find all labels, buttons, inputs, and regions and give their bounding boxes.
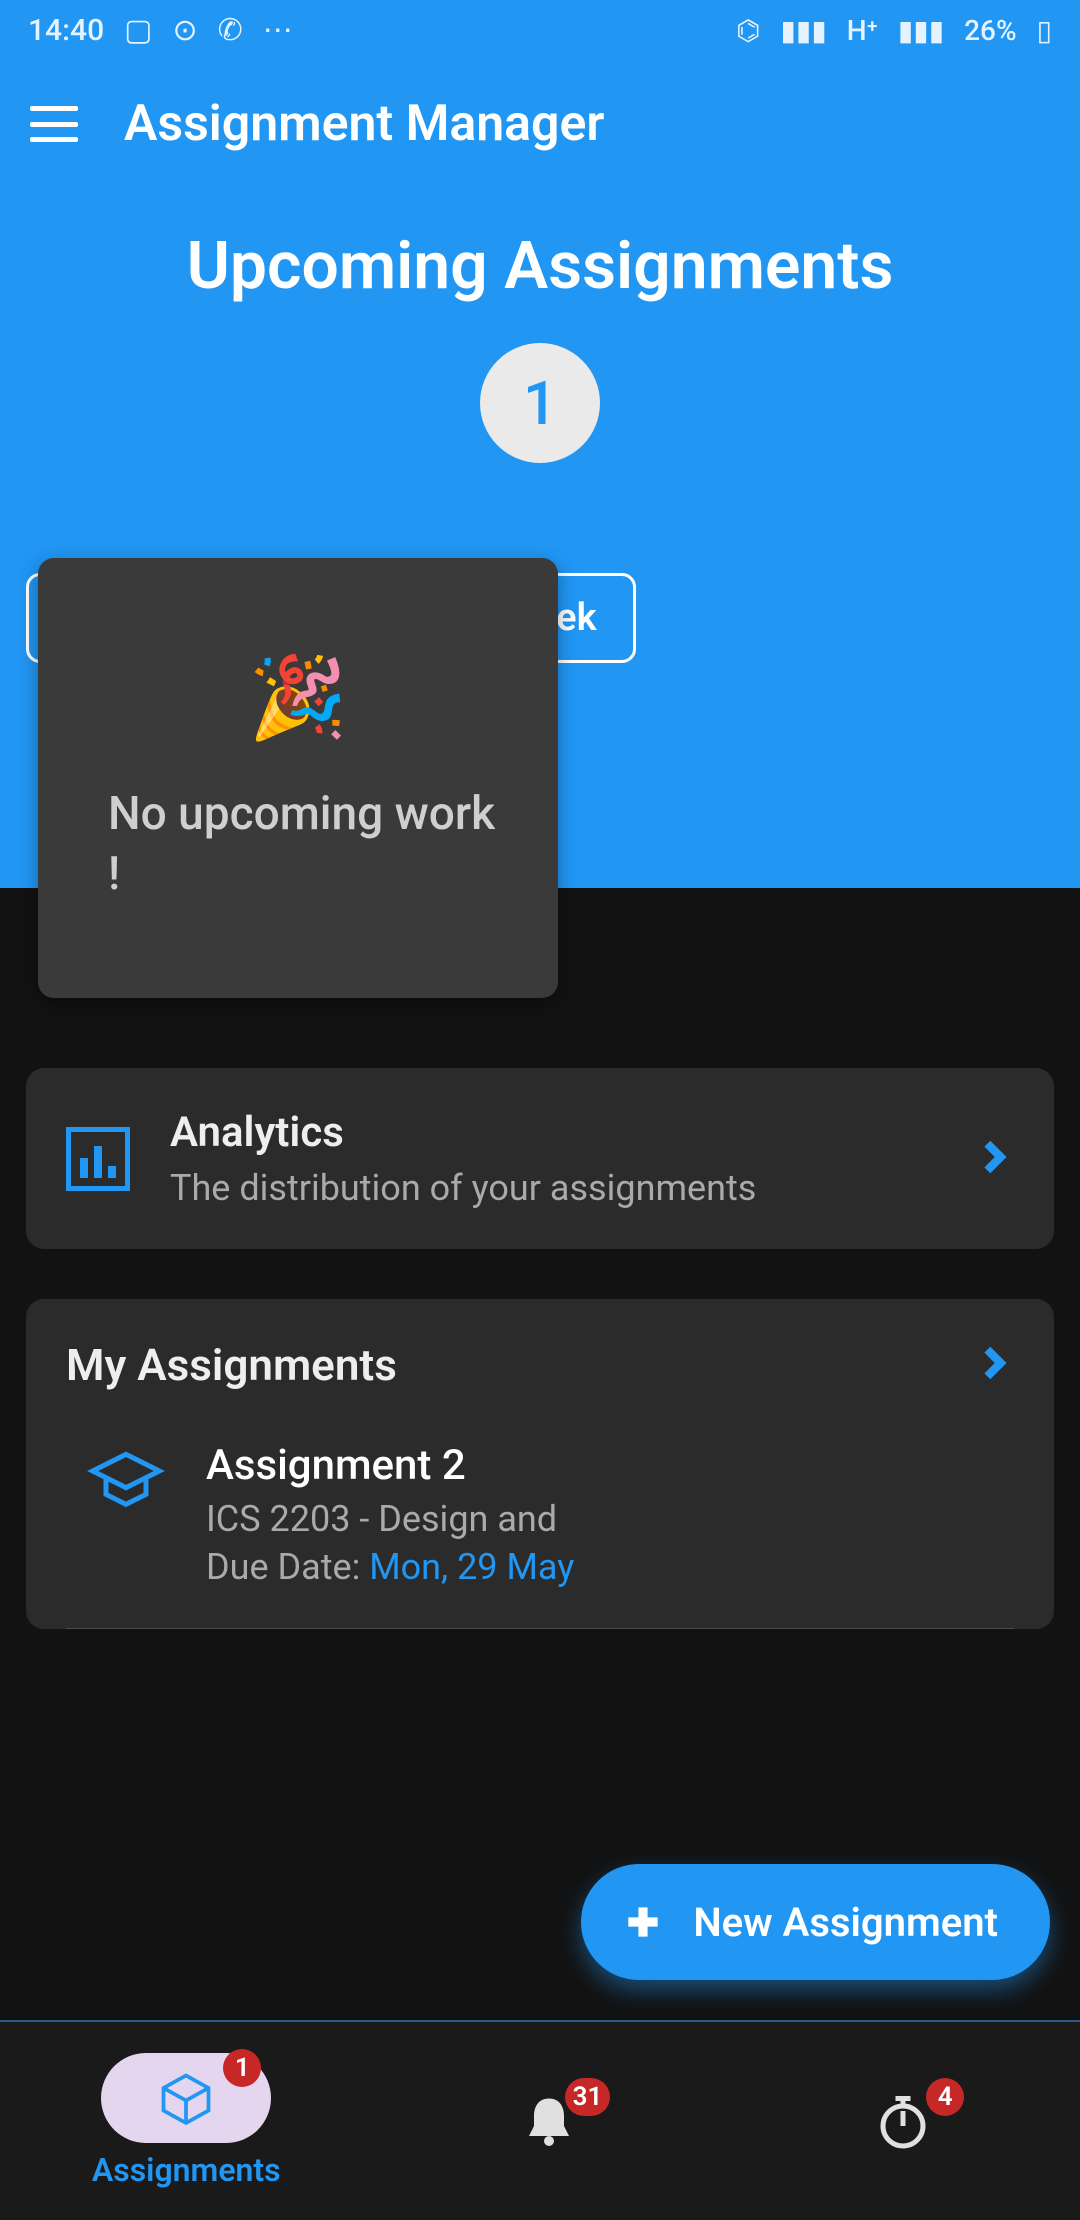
nav-assignments-badge: 1 [223, 2049, 261, 2087]
graduation-cap-icon [86, 1441, 166, 1525]
fab-label: New Assignment [693, 1899, 998, 1946]
assignment-row[interactable]: Assignment 2 ICS 2203 - Design and Due D… [66, 1441, 1014, 1629]
chevron-right-icon[interactable] [974, 1343, 1014, 1387]
status-bar: 14:40 ▢ ⊙ ✆ ⋯ ⌬ ▮▮▮ H⁺ ▮▮▮ 26% ▯ [0, 0, 1080, 60]
empty-message: No upcoming work ! [78, 785, 518, 905]
plus-icon [621, 1900, 665, 1944]
nav-notifications[interactable]: 31 [464, 2076, 634, 2166]
my-assignments-title: My Assignments [66, 1339, 397, 1391]
signal2-icon: ▮▮▮ [898, 14, 944, 47]
data-icon: H⁺ [847, 14, 878, 47]
due-date: Mon, 29 May [369, 1546, 574, 1588]
battery-text: 26% [964, 14, 1016, 47]
gallery-icon: ▢ [124, 13, 152, 48]
analytics-card[interactable]: Analytics The distribution of your assig… [26, 1068, 1054, 1249]
nav-assignments-label: Assignments [92, 2151, 281, 2189]
bluetooth-icon: ⌬ [736, 14, 760, 47]
analytics-subtitle: The distribution of your assignments [170, 1167, 756, 1209]
new-assignment-fab[interactable]: New Assignment [581, 1864, 1050, 1980]
app-bar: Assignment Manager [0, 60, 1080, 188]
battery-icon: ▯ [1037, 14, 1052, 47]
nav-assignments[interactable]: 1 Assignments [92, 2053, 281, 2189]
assignment-course: ICS 2203 - Design and [206, 1498, 574, 1540]
analytics-title: Analytics [170, 1108, 756, 1157]
party-icon: 🎉 [248, 651, 348, 745]
more-icon: ⋯ [263, 13, 293, 48]
box-icon [156, 2068, 216, 2128]
status-time: 14:40 [28, 13, 104, 48]
due-label: Due Date: [206, 1546, 369, 1588]
whatsapp-icon: ✆ [218, 13, 243, 48]
nav-timer[interactable]: 4 [818, 2076, 988, 2166]
menu-icon[interactable] [30, 106, 78, 142]
app-title: Assignment Manager [124, 95, 604, 153]
stopwatch-icon [873, 2091, 933, 2151]
bottom-nav: 1 Assignments 31 4 [0, 2020, 1080, 2220]
upcoming-count-badge: 1 [480, 343, 600, 463]
play-icon: ⊙ [172, 13, 197, 48]
upcoming-title: Upcoming Assignments [0, 228, 1080, 305]
nav-timer-badge: 4 [926, 2078, 964, 2116]
barchart-icon [66, 1127, 130, 1191]
signal-icon: ▮▮▮ [781, 14, 827, 47]
chevron-right-icon [974, 1137, 1014, 1181]
empty-state-card: 🎉 No upcoming work ! [38, 558, 558, 998]
nav-notifications-badge: 31 [565, 2078, 611, 2116]
assignment-name: Assignment 2 [206, 1441, 574, 1490]
my-assignments-card: My Assignments Assignment 2 ICS 2203 - D… [26, 1299, 1054, 1629]
